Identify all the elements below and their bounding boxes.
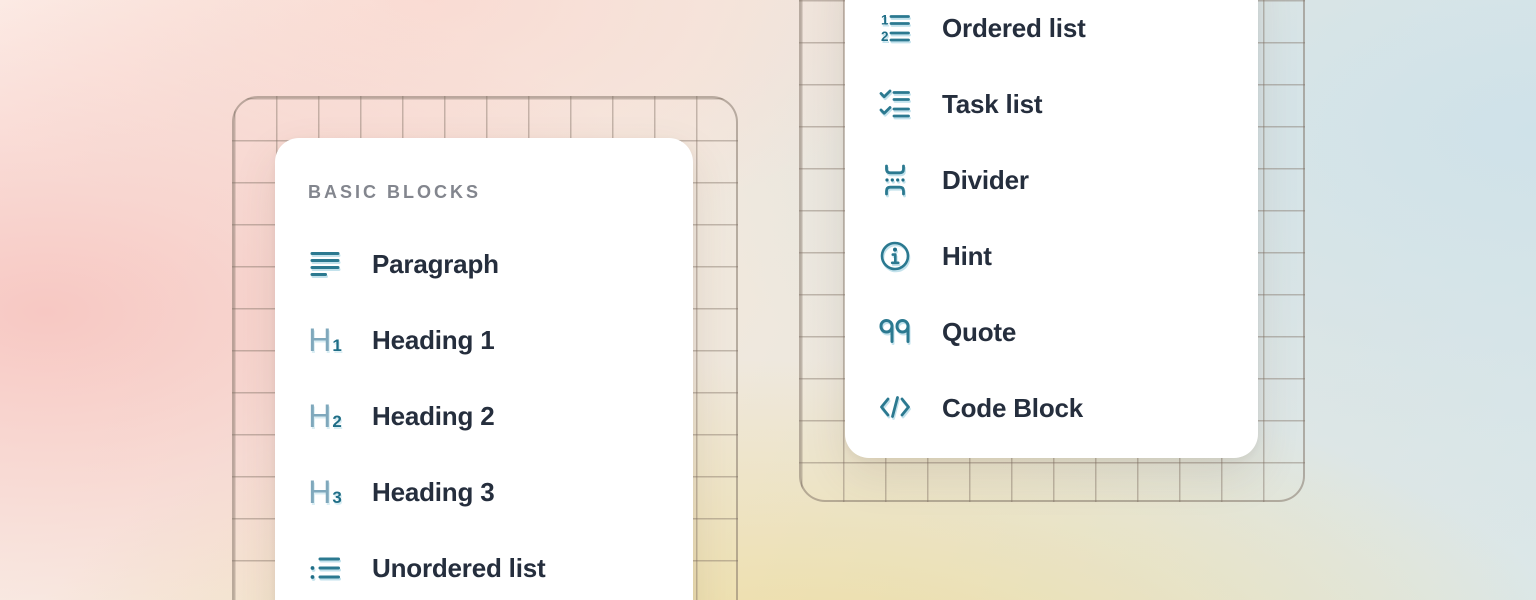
svg-text:1: 1	[881, 13, 889, 28]
basic-blocks-menu: BASIC BLOCKS Paragraph H1 Heading 1 H2 Headi…	[275, 138, 693, 600]
heading-1-icon: H1	[308, 323, 342, 357]
menu-item-label: Hint	[942, 243, 992, 269]
heading-2-icon: H2	[308, 399, 342, 433]
heading-3-icon: H3	[308, 475, 342, 509]
menu-item-paragraph[interactable]: Paragraph	[275, 226, 693, 302]
divider-icon	[878, 163, 912, 197]
menu-item-label: Quote	[942, 319, 1016, 345]
basic-blocks-heading: BASIC BLOCKS	[308, 182, 693, 202]
menu-item-code-block[interactable]: Code Block	[845, 370, 1258, 446]
code-block-icon	[878, 391, 912, 425]
gradient-background	[0, 0, 1536, 600]
block-menu-illustration: BASIC BLOCKS Paragraph H1 Heading 1 H2 Headi…	[0, 0, 1536, 600]
menu-item-label: Heading 2	[372, 403, 494, 429]
more-blocks-list: 12 Ordered list Task list Divider Hint Quote C…	[845, 0, 1258, 446]
menu-item-task-list[interactable]: Task list	[845, 66, 1258, 142]
menu-item-label: Unordered list	[372, 555, 545, 581]
menu-item-label: Ordered list	[942, 15, 1086, 41]
menu-item-label: Heading 3	[372, 479, 494, 505]
hint-icon	[878, 239, 912, 273]
menu-item-label: Code Block	[942, 395, 1083, 421]
menu-item-quote[interactable]: Quote	[845, 294, 1258, 370]
menu-item-divider[interactable]: Divider	[845, 142, 1258, 218]
unordered-list-icon	[308, 551, 342, 585]
menu-item-unordered-list[interactable]: Unordered list	[275, 530, 693, 600]
menu-item-label: Heading 1	[372, 327, 494, 353]
menu-item-heading-1[interactable]: H1 Heading 1	[275, 302, 693, 378]
more-blocks-menu: 12 Ordered list Task list Divider Hint Quote C…	[845, 0, 1258, 458]
menu-item-label: Divider	[942, 167, 1029, 193]
menu-item-heading-3[interactable]: H3 Heading 3	[275, 454, 693, 530]
menu-item-hint[interactable]: Hint	[845, 218, 1258, 294]
paragraph-icon	[308, 247, 342, 281]
quote-icon	[878, 315, 912, 349]
menu-item-ordered-list[interactable]: 12 Ordered list	[845, 0, 1258, 66]
menu-item-label: Task list	[942, 91, 1042, 117]
basic-blocks-list: Paragraph H1 Heading 1 H2 Heading 2 H3 Heading…	[275, 226, 693, 600]
ordered-list-icon: 12	[878, 11, 912, 45]
task-list-icon	[878, 87, 912, 121]
menu-item-label: Paragraph	[372, 251, 499, 277]
svg-text:2: 2	[881, 29, 889, 44]
menu-item-heading-2[interactable]: H2 Heading 2	[275, 378, 693, 454]
